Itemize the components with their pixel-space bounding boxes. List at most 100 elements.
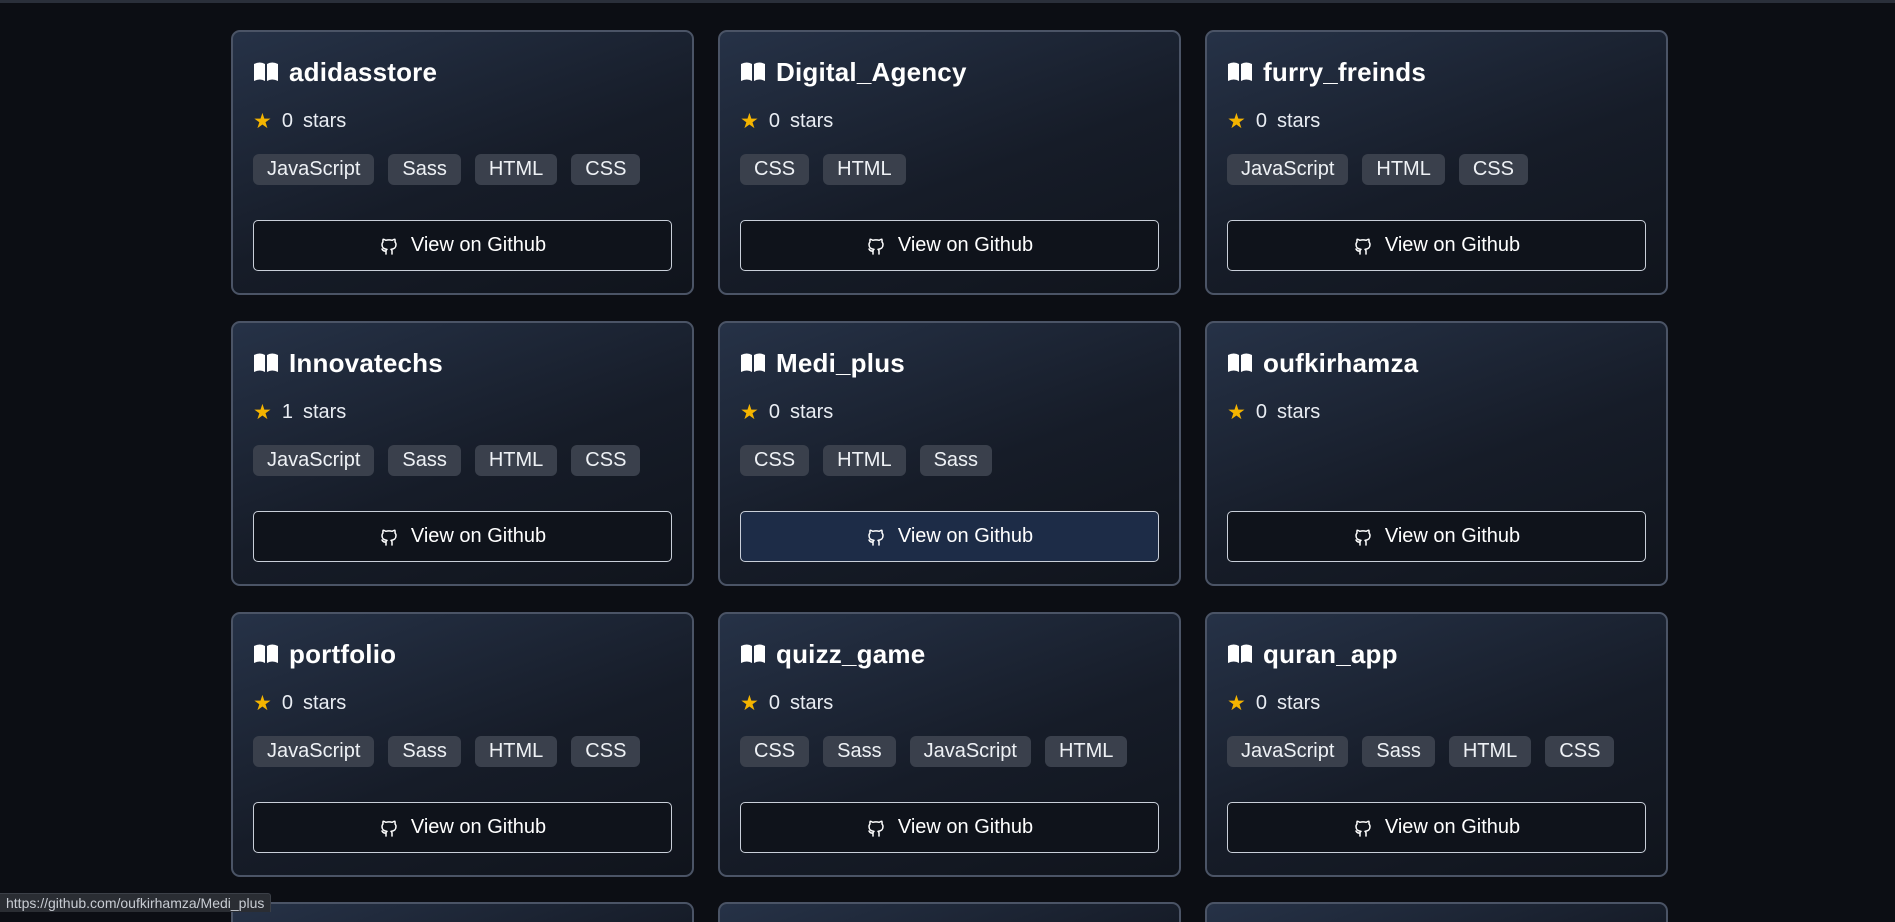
book-open-icon: [1227, 352, 1253, 374]
language-tag: CSS: [1545, 736, 1615, 767]
language-tag: JavaScript: [253, 154, 375, 185]
book-open-icon: [253, 643, 279, 665]
language-tag: HTML: [1044, 736, 1128, 767]
repo-name[interactable]: oufkirhamza: [1263, 348, 1418, 379]
repo-card-partial: [231, 902, 694, 922]
star-count: 0: [768, 400, 780, 423]
star-count: 0: [768, 691, 780, 714]
view-on-github-button[interactable]: View on Github: [740, 220, 1159, 271]
repo-card: Digital_Agency ★ 0 stars CSS HTML View o…: [718, 30, 1181, 295]
stars-label: stars: [302, 691, 347, 714]
star-count: 0: [1255, 400, 1267, 423]
repo-name[interactable]: furry_freinds: [1263, 57, 1426, 88]
language-tag: JavaScript: [253, 736, 375, 767]
language-tag: HTML: [823, 445, 906, 476]
github-icon: [379, 236, 399, 256]
button-label: View on Github: [1384, 234, 1521, 256]
language-tag: HTML: [1448, 736, 1532, 767]
github-icon: [1353, 818, 1373, 838]
book-open-icon: [1227, 643, 1253, 665]
button-label: View on Github: [1384, 525, 1521, 547]
repo-name[interactable]: quran_app: [1263, 639, 1398, 670]
view-on-github-button[interactable]: View on Github: [740, 511, 1159, 562]
view-on-github-button[interactable]: View on Github: [253, 511, 672, 562]
stars-label: stars: [1276, 691, 1321, 714]
book-open-icon: [740, 643, 766, 665]
repo-card: Innovatechs ★ 1 stars JavaScript Sass HT…: [231, 321, 694, 586]
star-count: 0: [768, 109, 780, 132]
button-label: View on Github: [410, 525, 547, 547]
star-icon: ★: [1227, 109, 1246, 133]
button-label: View on Github: [410, 816, 547, 838]
button-label: View on Github: [897, 525, 1034, 547]
book-open-icon: [253, 61, 279, 83]
star-icon: ★: [740, 400, 759, 424]
star-icon: ★: [253, 691, 272, 715]
github-icon: [866, 818, 886, 838]
github-icon: [866, 236, 886, 256]
star-count: 0: [1255, 109, 1267, 132]
view-on-github-button[interactable]: View on Github: [1227, 511, 1646, 562]
language-tag: HTML: [474, 736, 558, 767]
language-tag: JavaScript: [1227, 154, 1349, 185]
language-tag: CSS: [1458, 154, 1528, 185]
view-on-github-button[interactable]: View on Github: [253, 220, 672, 271]
repo-card: oufkirhamza ★ 0 stars View on Github: [1205, 321, 1668, 586]
language-tag: JavaScript: [909, 736, 1031, 767]
view-on-github-button[interactable]: View on Github: [740, 802, 1159, 853]
language-tag: HTML: [1362, 154, 1445, 185]
language-tag: HTML: [474, 154, 558, 185]
language-tag: CSS: [740, 736, 810, 767]
github-icon: [1353, 527, 1373, 547]
language-tag: CSS: [571, 154, 641, 185]
book-open-icon: [253, 352, 279, 374]
repo-grid: adidasstore ★ 0 stars JavaScript Sass HT…: [231, 30, 1668, 877]
repo-card-partial: [718, 902, 1181, 922]
book-open-icon: [1227, 61, 1253, 83]
star-icon: ★: [253, 109, 272, 133]
github-icon: [866, 527, 886, 547]
language-tag: HTML: [474, 445, 558, 476]
language-tags: JavaScript Sass HTML CSS: [253, 154, 672, 186]
button-label: View on Github: [897, 234, 1034, 256]
book-open-icon: [740, 352, 766, 374]
language-tag: JavaScript: [253, 445, 375, 476]
repo-name[interactable]: Medi_plus: [776, 348, 905, 379]
repo-name[interactable]: quizz_game: [776, 639, 925, 670]
language-tag: Sass: [1362, 736, 1435, 767]
repo-name[interactable]: portfolio: [289, 639, 396, 670]
language-tag: CSS: [740, 445, 810, 476]
repo-name[interactable]: Digital_Agency: [776, 57, 967, 88]
language-tags: CSS Sass JavaScript HTML: [740, 736, 1159, 768]
repo-name[interactable]: adidasstore: [289, 57, 437, 88]
repo-card: quizz_game ★ 0 stars CSS Sass JavaScript…: [718, 612, 1181, 877]
language-tag: CSS: [571, 736, 641, 767]
github-icon: [379, 818, 399, 838]
language-tag: Sass: [388, 445, 461, 476]
repo-card: portfolio ★ 0 stars JavaScript Sass HTML…: [231, 612, 694, 877]
language-tag: Sass: [919, 445, 993, 476]
star-icon: ★: [740, 109, 759, 133]
button-label: View on Github: [897, 816, 1034, 838]
language-tags: CSS HTML Sass: [740, 445, 1159, 477]
language-tags: JavaScript Sass HTML CSS: [1227, 736, 1646, 768]
stars-label: stars: [302, 109, 347, 132]
star-count: 0: [1255, 691, 1267, 714]
language-tag: Sass: [388, 736, 461, 767]
stars-label: stars: [789, 109, 834, 132]
view-on-github-button[interactable]: View on Github: [1227, 220, 1646, 271]
repo-name[interactable]: Innovatechs: [289, 348, 443, 379]
button-label: View on Github: [410, 234, 547, 256]
book-open-icon: [740, 61, 766, 83]
view-on-github-button[interactable]: View on Github: [253, 802, 672, 853]
language-tags: JavaScript Sass HTML CSS: [253, 445, 672, 477]
repo-card: furry_freinds ★ 0 stars JavaScript HTML …: [1205, 30, 1668, 295]
stars-label: stars: [302, 400, 347, 423]
status-bar-url: https://github.com/oufkirhamza/Medi_plus: [0, 893, 272, 912]
stars-label: stars: [789, 400, 834, 423]
repo-card: adidasstore ★ 0 stars JavaScript Sass HT…: [231, 30, 694, 295]
view-on-github-button[interactable]: View on Github: [1227, 802, 1646, 853]
stars-label: stars: [789, 691, 834, 714]
repo-card-partial: [1205, 902, 1668, 922]
top-border: [0, 0, 1895, 3]
